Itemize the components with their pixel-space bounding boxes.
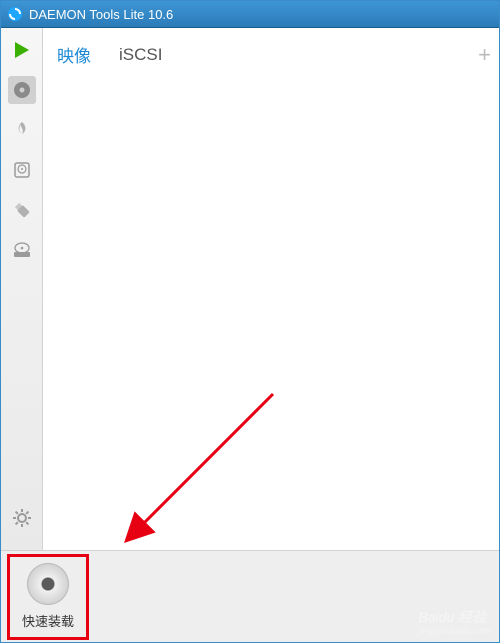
play-icon: [12, 40, 32, 60]
burn-icon: [12, 120, 32, 140]
quick-mount-button[interactable]: 快速装载: [13, 558, 83, 636]
quick-mount-label: 快速装载: [22, 611, 74, 630]
hdd-icon: [12, 160, 32, 180]
add-button[interactable]: +: [478, 42, 491, 68]
sidebar-item-drive[interactable]: [8, 236, 36, 264]
sidebar-settings[interactable]: [8, 504, 36, 532]
client-area: 映像 iSCSI + 快速装载: [1, 27, 499, 642]
drive-icon: [12, 240, 32, 260]
footer-bar: 快速装载 Baidu 经验 jingyan.baidu.com: [1, 550, 499, 642]
main-panel: 映像 iSCSI +: [43, 28, 499, 550]
tab-iscsi[interactable]: iSCSI: [119, 45, 162, 65]
window-title: DAEMON Tools Lite 10.6: [29, 7, 173, 22]
sidebar-item-disc[interactable]: [8, 76, 36, 104]
app-window: DAEMON Tools Lite 10.6: [0, 0, 500, 643]
watermark: Baidu 经验 jingyan.baidu.com: [418, 607, 491, 636]
usb-icon: [12, 200, 32, 220]
tab-images[interactable]: 映像: [57, 42, 91, 67]
sidebar-item-hdd[interactable]: [8, 156, 36, 184]
sidebar-item-play[interactable]: [8, 36, 36, 64]
disc-icon: [27, 563, 69, 605]
sidebar-item-usb[interactable]: [8, 196, 36, 224]
image-list-empty: [43, 76, 499, 550]
watermark-brand: Baidu 经验: [418, 609, 486, 625]
tabs: 映像 iSCSI: [43, 28, 499, 67]
app-logo-icon: [7, 6, 23, 22]
sidebar-item-burn[interactable]: [8, 116, 36, 144]
upper-area: 映像 iSCSI +: [1, 28, 499, 550]
titlebar[interactable]: DAEMON Tools Lite 10.6: [1, 1, 499, 27]
sidebar: [1, 28, 43, 550]
disc-icon: [12, 80, 32, 100]
gear-icon: [11, 507, 33, 529]
watermark-url: jingyan.baidu.com: [418, 627, 491, 636]
